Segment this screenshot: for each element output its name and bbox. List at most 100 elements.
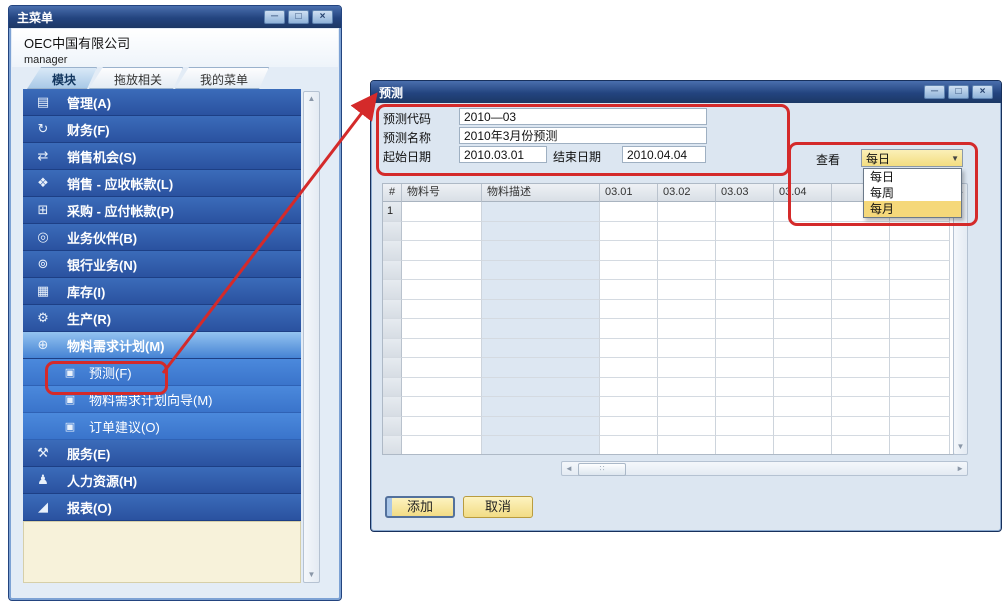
table-cell[interactable] (482, 358, 600, 378)
table-cell[interactable] (832, 397, 890, 417)
table-cell[interactable] (658, 417, 716, 437)
table-cell[interactable] (482, 397, 600, 417)
table-cell[interactable] (482, 319, 600, 339)
table-cell[interactable] (658, 358, 716, 378)
scrollbar-thumb[interactable]: ∷ (578, 463, 626, 476)
table-cell[interactable] (716, 241, 774, 261)
table-cell[interactable] (774, 436, 832, 455)
table-cell[interactable] (890, 339, 950, 359)
table-cell[interactable] (890, 358, 950, 378)
table-cell[interactable] (482, 241, 600, 261)
table-cell[interactable] (716, 280, 774, 300)
table-cell[interactable] (402, 358, 482, 378)
table-cell[interactable] (890, 241, 950, 261)
end-date-input[interactable] (622, 146, 706, 163)
table-cell[interactable] (774, 261, 832, 281)
table-cell[interactable] (658, 319, 716, 339)
close-button[interactable]: × (972, 85, 993, 99)
table-cell[interactable] (402, 261, 482, 281)
row-number-cell[interactable]: 1 (383, 202, 402, 222)
menu-item-banking[interactable]: ⊚ 银行业务(N) (23, 251, 301, 278)
column-header[interactable]: 03.01 (600, 184, 658, 202)
table-cell[interactable] (658, 261, 716, 281)
table-cell[interactable] (658, 280, 716, 300)
forecast-code-input[interactable] (459, 108, 707, 125)
cancel-button[interactable]: 取消 (463, 496, 533, 518)
table-cell[interactable] (832, 417, 890, 437)
row-number-cell[interactable] (383, 339, 402, 359)
menu-item-production[interactable]: ⚙ 生产(R) (23, 305, 301, 332)
menu-item-business-partners[interactable]: ◎ 业务伙伴(B) (23, 224, 301, 251)
menu-item-administration[interactable]: ▤ 管理(A) (23, 89, 301, 116)
row-number-cell[interactable] (383, 261, 402, 281)
table-cell[interactable] (832, 261, 890, 281)
table-cell[interactable] (482, 339, 600, 359)
table-cell[interactable] (402, 202, 482, 222)
scroll-left-icon[interactable]: ◄ (565, 463, 573, 475)
table-cell[interactable] (600, 300, 658, 320)
table-cell[interactable] (832, 241, 890, 261)
table-cell[interactable] (482, 202, 600, 222)
table-cell[interactable] (774, 358, 832, 378)
table-cell[interactable] (716, 202, 774, 222)
row-number-cell[interactable] (383, 436, 402, 455)
table-cell[interactable] (482, 417, 600, 437)
scroll-right-icon[interactable]: ► (956, 463, 964, 475)
row-number-cell[interactable] (383, 319, 402, 339)
row-number-cell[interactable] (383, 222, 402, 242)
tab-drag-relate[interactable]: 拖放相关 (89, 67, 183, 89)
table-cell[interactable] (832, 222, 890, 242)
menu-item-sales-opportunities[interactable]: ⇄ 销售机会(S) (23, 143, 301, 170)
table-cell[interactable] (482, 261, 600, 281)
table-cell[interactable] (774, 300, 832, 320)
menu-item-financials[interactable]: ↻ 财务(F) (23, 116, 301, 143)
main-menu-titlebar[interactable]: 主菜单 ─ □ × (9, 6, 341, 28)
table-cell[interactable] (832, 339, 890, 359)
table-cell[interactable] (774, 319, 832, 339)
table-cell[interactable] (600, 378, 658, 398)
table-cell[interactable] (716, 222, 774, 242)
table-cell[interactable] (832, 436, 890, 455)
table-cell[interactable] (716, 300, 774, 320)
menu-item-service[interactable]: ⚒ 服务(E) (23, 440, 301, 467)
table-cell[interactable] (716, 339, 774, 359)
table-cell[interactable] (600, 261, 658, 281)
menu-item-sales-ar[interactable]: ❖ 销售 - 应收帐款(L) (23, 170, 301, 197)
table-cell[interactable] (482, 280, 600, 300)
table-cell[interactable] (482, 436, 600, 455)
table-cell[interactable] (600, 280, 658, 300)
menu-item-mrp[interactable]: ⊕ 物料需求计划(M) (23, 332, 301, 359)
table-cell[interactable] (774, 241, 832, 261)
menu-item-inventory[interactable]: ▦ 库存(I) (23, 278, 301, 305)
table-cell[interactable] (890, 417, 950, 437)
maximize-button[interactable]: □ (948, 85, 969, 99)
table-cell[interactable] (890, 280, 950, 300)
table-cell[interactable] (658, 397, 716, 417)
table-cell[interactable] (402, 339, 482, 359)
table-cell[interactable] (832, 358, 890, 378)
table-cell[interactable] (832, 378, 890, 398)
menu-item-human-resources[interactable]: ♟ 人力资源(H) (23, 467, 301, 494)
table-cell[interactable] (402, 280, 482, 300)
table-cell[interactable] (658, 339, 716, 359)
table-cell[interactable] (890, 378, 950, 398)
table-cell[interactable] (890, 397, 950, 417)
table-cell[interactable] (774, 202, 832, 222)
view-combo[interactable]: 每日 ▼ (861, 149, 963, 167)
submenu-item-order-recommendation[interactable]: ▣ 订单建议(O) (23, 413, 301, 440)
table-cell[interactable] (402, 222, 482, 242)
row-number-cell[interactable] (383, 417, 402, 437)
column-header[interactable]: 物料号 (402, 184, 482, 202)
tab-my-menu[interactable]: 我的菜单 (175, 67, 269, 89)
menu-item-reports[interactable]: ◢ 报表(O) (23, 494, 301, 521)
start-date-input[interactable] (459, 146, 547, 163)
table-cell[interactable] (658, 378, 716, 398)
table-cell[interactable] (774, 417, 832, 437)
option-monthly[interactable]: 每月 (864, 201, 961, 217)
table-cell[interactable] (600, 358, 658, 378)
table-cell[interactable] (832, 300, 890, 320)
submenu-item-mrp-wizard[interactable]: ▣ 物料需求计划向导(M) (23, 386, 301, 413)
table-cell[interactable] (774, 397, 832, 417)
row-number-cell[interactable] (383, 241, 402, 261)
row-number-cell[interactable] (383, 300, 402, 320)
